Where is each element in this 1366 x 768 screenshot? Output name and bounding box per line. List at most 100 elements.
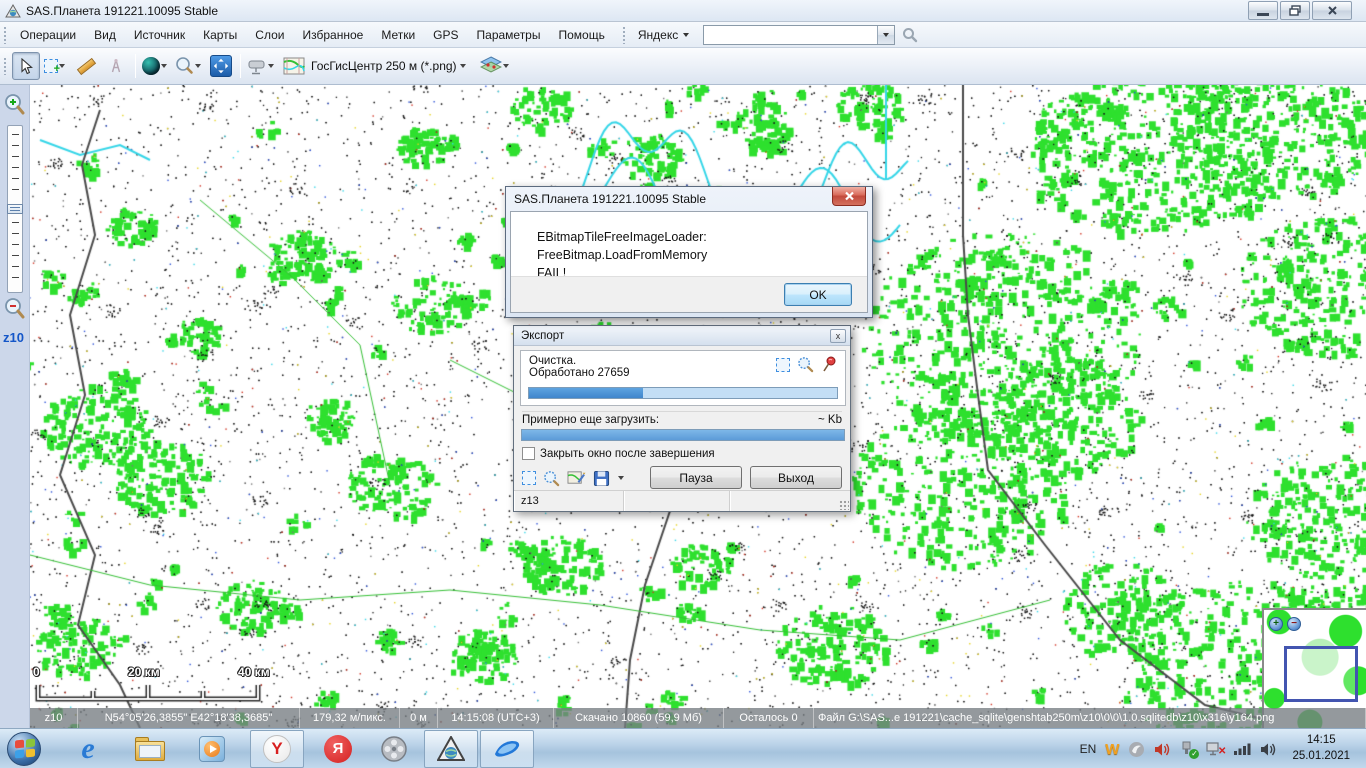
film-reel-icon bbox=[380, 735, 408, 763]
sasplanet-icon bbox=[437, 736, 465, 762]
red-speaker-icon[interactable] bbox=[1154, 742, 1171, 757]
error-dialog-body: EBitmapTileFreeImageLoader: FreeBitmap.L… bbox=[510, 211, 868, 313]
volume-icon[interactable] bbox=[1260, 742, 1277, 757]
taskbar-sasplanet-button[interactable] bbox=[424, 730, 478, 768]
export-statusbar: z13 bbox=[514, 490, 850, 511]
save-icon[interactable] bbox=[593, 470, 610, 487]
fullscreen-button[interactable] bbox=[207, 52, 235, 80]
signal-bars-icon[interactable] bbox=[1233, 742, 1251, 756]
taskbar-yandex-browser-button[interactable]: Y bbox=[250, 730, 304, 768]
minimap-zoom-out-button[interactable]: − bbox=[1287, 617, 1301, 631]
selection-tool-button[interactable]: + bbox=[42, 52, 70, 80]
menu-view[interactable]: Вид bbox=[85, 24, 125, 46]
magnifier-icon[interactable] bbox=[797, 356, 814, 373]
chevron-down-icon bbox=[618, 476, 624, 480]
selection-rect-icon[interactable] bbox=[522, 471, 536, 485]
cursor-arrow-icon bbox=[18, 58, 34, 75]
menu-settings[interactable]: Параметры bbox=[468, 24, 550, 46]
close-icon: x bbox=[836, 331, 841, 341]
main-toolbar: + bbox=[0, 48, 1366, 85]
menu-gps[interactable]: GPS bbox=[424, 24, 467, 46]
menu-help[interactable]: Помощь bbox=[549, 24, 613, 46]
zoom-slider-handle[interactable] bbox=[7, 204, 23, 214]
menu-source[interactable]: Источник bbox=[125, 24, 194, 46]
taskbar-clock[interactable]: 14:15 25.01.2021 bbox=[1286, 733, 1356, 764]
punto-switcher-icon[interactable]: W bbox=[1105, 741, 1119, 758]
close-button[interactable] bbox=[1312, 1, 1352, 20]
taskbar-blue-app-button[interactable] bbox=[480, 730, 534, 768]
chevron-down-icon bbox=[460, 64, 466, 68]
yandex-icon: Я bbox=[324, 735, 352, 763]
error-close-button[interactable] bbox=[832, 187, 866, 206]
exit-button[interactable]: Выход bbox=[750, 466, 842, 489]
network-disconnected-icon[interactable]: ✕ bbox=[1206, 741, 1224, 757]
folder-icon bbox=[135, 737, 165, 761]
export-dialog-title: Экспорт bbox=[521, 330, 564, 342]
status-remaining: Осталось 0 bbox=[724, 708, 814, 728]
minimize-button[interactable] bbox=[1248, 1, 1278, 20]
selection-rect-icon[interactable] bbox=[776, 358, 790, 372]
error-dialog-titlebar[interactable]: SAS.Планета 191221.10095 Stable bbox=[506, 187, 872, 211]
language-indicator[interactable]: EN bbox=[1080, 742, 1097, 756]
ruler-tool-button[interactable] bbox=[72, 52, 100, 80]
search-input[interactable] bbox=[704, 26, 877, 44]
app-window: 0 20 км 40 км SAS.Планета 191221.10095 S… bbox=[0, 0, 1366, 768]
zoom-in-icon[interactable] bbox=[4, 93, 26, 117]
magnifier-icon[interactable] bbox=[543, 470, 560, 487]
pan-tool-button[interactable] bbox=[12, 52, 40, 80]
pause-button[interactable]: Пауза bbox=[650, 466, 742, 489]
pushpin-icon[interactable] bbox=[821, 356, 837, 373]
menu-maps[interactable]: Карты bbox=[194, 24, 246, 46]
plus-icon: + bbox=[1273, 619, 1279, 629]
minimap-zoom-in-button[interactable]: + bbox=[1269, 617, 1283, 631]
zoom-tool-button[interactable] bbox=[173, 52, 205, 80]
minimap-viewport-rect[interactable] bbox=[1284, 646, 1358, 702]
internet-explorer-icon: e bbox=[81, 732, 94, 766]
map-source-icon-button[interactable] bbox=[280, 52, 308, 80]
window-title: SAS.Планета 191221.10095 Stable bbox=[26, 4, 218, 18]
menu-favorites[interactable]: Избранное bbox=[293, 24, 372, 46]
map-source-label[interactable]: ГосГисЦентр 250 м (*.png) bbox=[309, 59, 459, 73]
status-zoom: z10 bbox=[30, 708, 78, 728]
chevron-down-icon bbox=[503, 64, 509, 68]
download-manager-button[interactable] bbox=[246, 52, 278, 80]
search-provider-dropdown[interactable]: Яндекс bbox=[630, 24, 697, 46]
status-time: 14:15:08 (UTC+3) bbox=[438, 708, 554, 728]
x-icon: ✕ bbox=[1218, 746, 1226, 757]
close-after-finish-checkbox[interactable] bbox=[522, 447, 535, 460]
taskbar-explorer-button[interactable] bbox=[130, 729, 170, 768]
taskbar-media-button[interactable] bbox=[374, 729, 414, 768]
zoom-slider[interactable] bbox=[7, 125, 23, 293]
resize-grip[interactable] bbox=[839, 500, 849, 510]
ruler-icon bbox=[76, 57, 95, 74]
taskbar-yandex-button[interactable]: Я bbox=[318, 729, 358, 768]
swirl-tray-icon[interactable] bbox=[1128, 741, 1145, 758]
windows-taskbar: e Y Я bbox=[0, 728, 1366, 768]
taskbar-wmp-button[interactable] bbox=[192, 729, 232, 768]
usb-safely-remove-icon[interactable]: ✓ bbox=[1180, 741, 1197, 757]
error-message-line1: EBitmapTileFreeImageLoader: FreeBitmap.L… bbox=[537, 228, 857, 264]
menu-layers[interactable]: Слои bbox=[246, 24, 293, 46]
export-dialog-titlebar[interactable]: Экспорт x bbox=[514, 326, 850, 346]
search-icon[interactable] bbox=[901, 26, 919, 44]
searchbar-grip bbox=[622, 26, 627, 44]
magnifier-icon bbox=[174, 56, 194, 76]
status-file-path: Файл G:\SAS...е 191221\cache_sqlite\gens… bbox=[814, 708, 1366, 728]
export-status-zoom: z13 bbox=[514, 491, 624, 511]
map-edit-icon[interactable] bbox=[567, 469, 586, 487]
search-combo-drop-button[interactable] bbox=[877, 26, 894, 44]
layers-button[interactable] bbox=[479, 52, 513, 80]
export-dialog: Экспорт x Очистка. Обработано 27659 bbox=[513, 325, 851, 512]
restore-button[interactable] bbox=[1280, 1, 1310, 20]
divider-tool-button[interactable] bbox=[102, 52, 130, 80]
export-close-button[interactable]: x bbox=[830, 329, 846, 343]
taskbar-ie-button[interactable]: e bbox=[68, 729, 108, 768]
ok-button[interactable]: OK bbox=[784, 283, 852, 306]
zoom-out-icon[interactable] bbox=[4, 297, 26, 321]
fullscreen-icon bbox=[210, 55, 232, 77]
webmap-tool-button[interactable] bbox=[141, 52, 171, 80]
export-remaining-label: Примерно еще загрузить: bbox=[522, 414, 659, 426]
menu-marks[interactable]: Метки bbox=[372, 24, 424, 46]
start-button[interactable] bbox=[4, 729, 44, 768]
menu-operations[interactable]: Операции bbox=[11, 24, 85, 46]
